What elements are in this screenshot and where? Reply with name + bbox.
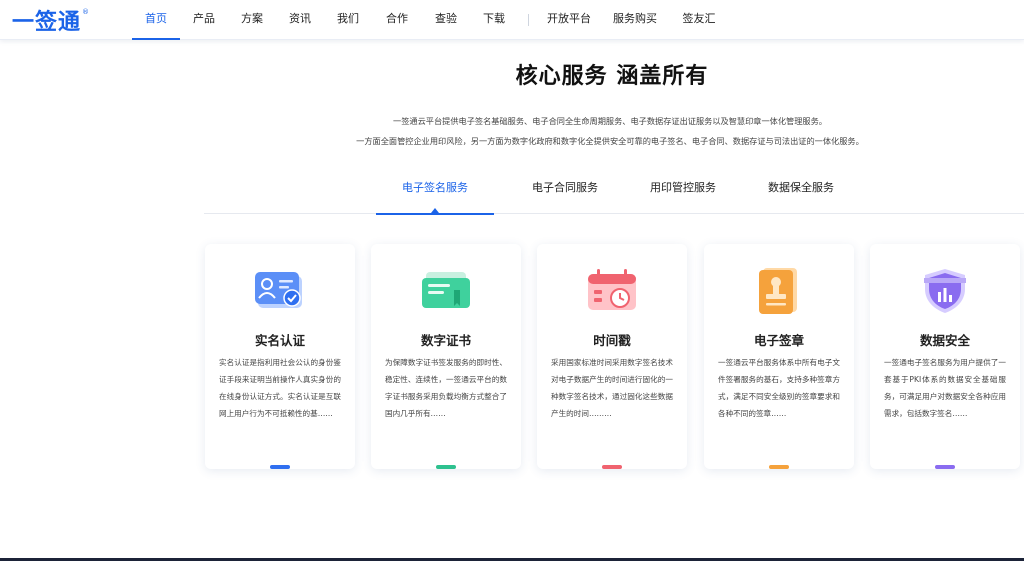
tab-data-preservation[interactable]: 数据保全服务 [746,170,856,214]
main-nav: 首页 产品 方案 资讯 我们 合作 查验 下载 开放平台 服务购买 签友汇 [132,0,727,40]
tab-label: 电子合同服务 [532,181,598,194]
tab-e-contract[interactable]: 电子合同服务 [510,170,620,214]
card-title: 时间戳 [593,333,631,348]
service-card-data-security[interactable]: 数据安全 一签通电子签名服务为用户提供了一套基于PKI体系的数据安全基础服务，可… [870,244,1020,469]
nav-item-news[interactable]: 资讯 [276,0,324,40]
nav-item-download[interactable]: 下载 [470,0,518,40]
section-headline: 核心服务 涵盖所有 [515,64,709,89]
nav-item-products[interactable]: 产品 [180,0,228,40]
card-title: 电子签章 [753,333,804,348]
card-text: 实名认证是指利用社会公认的身份鉴证手段来证明当前操作人真实身份的在线身份认证方式… [219,358,341,418]
nav-item-cooperation[interactable]: 合作 [372,0,422,40]
tab-e-signature[interactable]: 电子签名服务 [376,170,494,215]
card-accent-bar [270,465,290,469]
nav-item-verify[interactable]: 查验 [422,0,470,40]
service-card-identity[interactable]: 实名认证 实名认证是指利用社会公认的身份鉴证手段来证明当前操作人真实身份的在线身… [205,244,355,469]
service-card-timestamp[interactable]: 时间戳 采用国家标准时间采用数字签名技术对电子数据产生的时间进行固化的一种数字签… [537,244,687,469]
service-card-e-seal[interactable]: 电子签章 一签通云平台服务体系中所有电子文件签署服务的基石，支持多种签章方式，满… [704,244,854,469]
logo-text: 一签通 [12,10,82,35]
tab-label: 数据保全服务 [768,181,834,194]
card-title: 实名认证 [254,333,305,348]
section-description: 一签通云平台提供电子签名基础服务、电子合同全生命周期服务、电子数据存证出证服务以… [300,111,920,151]
card-text: 一签通电子签名服务为用户提供了一套基于PKI体系的数据安全基础服务，可满足用户对… [884,358,1006,418]
nav-item-home[interactable]: 首页 [132,0,180,40]
nav-item-about[interactable]: 我们 [324,0,372,40]
shield-chart-icon [917,266,973,316]
card-title: 数字证书 [420,333,471,348]
nav-divider [528,14,529,26]
top-navbar: 一签通 ® 首页 产品 方案 资讯 我们 合作 查验 下载 开放平台 服务购买 … [0,0,1024,40]
tab-label: 电子签名服务 [402,181,468,194]
nav-item-service-purchase[interactable]: 服务购买 [599,0,671,40]
service-tabs: 电子签名服务 电子合同服务 用印管控服务 数据保全服务 [204,170,1024,215]
card-text: 一签通云平台服务体系中所有电子文件签署服务的基石，支持多种签章方式，满足不同安全… [718,358,840,418]
registered-mark: ® [82,8,90,16]
calendar-clock-icon [584,266,640,316]
tab-seal-control[interactable]: 用印管控服务 [628,170,738,214]
nav-item-community[interactable]: 签友汇 [671,0,727,40]
certificate-icon [418,266,474,316]
description-line-1: 一签通云平台提供电子签名基础服务、电子合同全生命周期服务、电子数据存证出证服务以… [393,116,827,126]
nav-item-open-platform[interactable]: 开放平台 [539,0,599,40]
card-text: 采用国家标准时间采用数字签名技术对电子数据产生的时间进行固化的一种数字签名技术，… [551,358,673,418]
card-accent-bar [935,465,955,469]
seal-stamp-icon [751,266,807,316]
description-line-2: 一方面全面管控企业用印风险，另一方面为数字化政府和数字化全提供安全可靠的电子签名… [356,136,864,146]
nav-item-solutions[interactable]: 方案 [228,0,276,40]
card-accent-bar [769,465,789,469]
tab-underline [376,213,494,215]
id-card-icon [252,266,308,316]
service-card-certificate[interactable]: 数字证书 为保障数字证书签发服务的即时性、稳定性、连续性，一签通云平台的数字证书… [371,244,521,469]
card-text: 为保障数字证书签发服务的即时性、稳定性、连续性，一签通云平台的数字证书服务采用负… [385,358,507,418]
site-logo[interactable]: 一签通 ® [12,6,90,35]
card-accent-bar [602,465,622,469]
card-accent-bar [436,465,456,469]
tab-label: 用印管控服务 [650,181,716,194]
card-title: 数据安全 [919,333,970,348]
